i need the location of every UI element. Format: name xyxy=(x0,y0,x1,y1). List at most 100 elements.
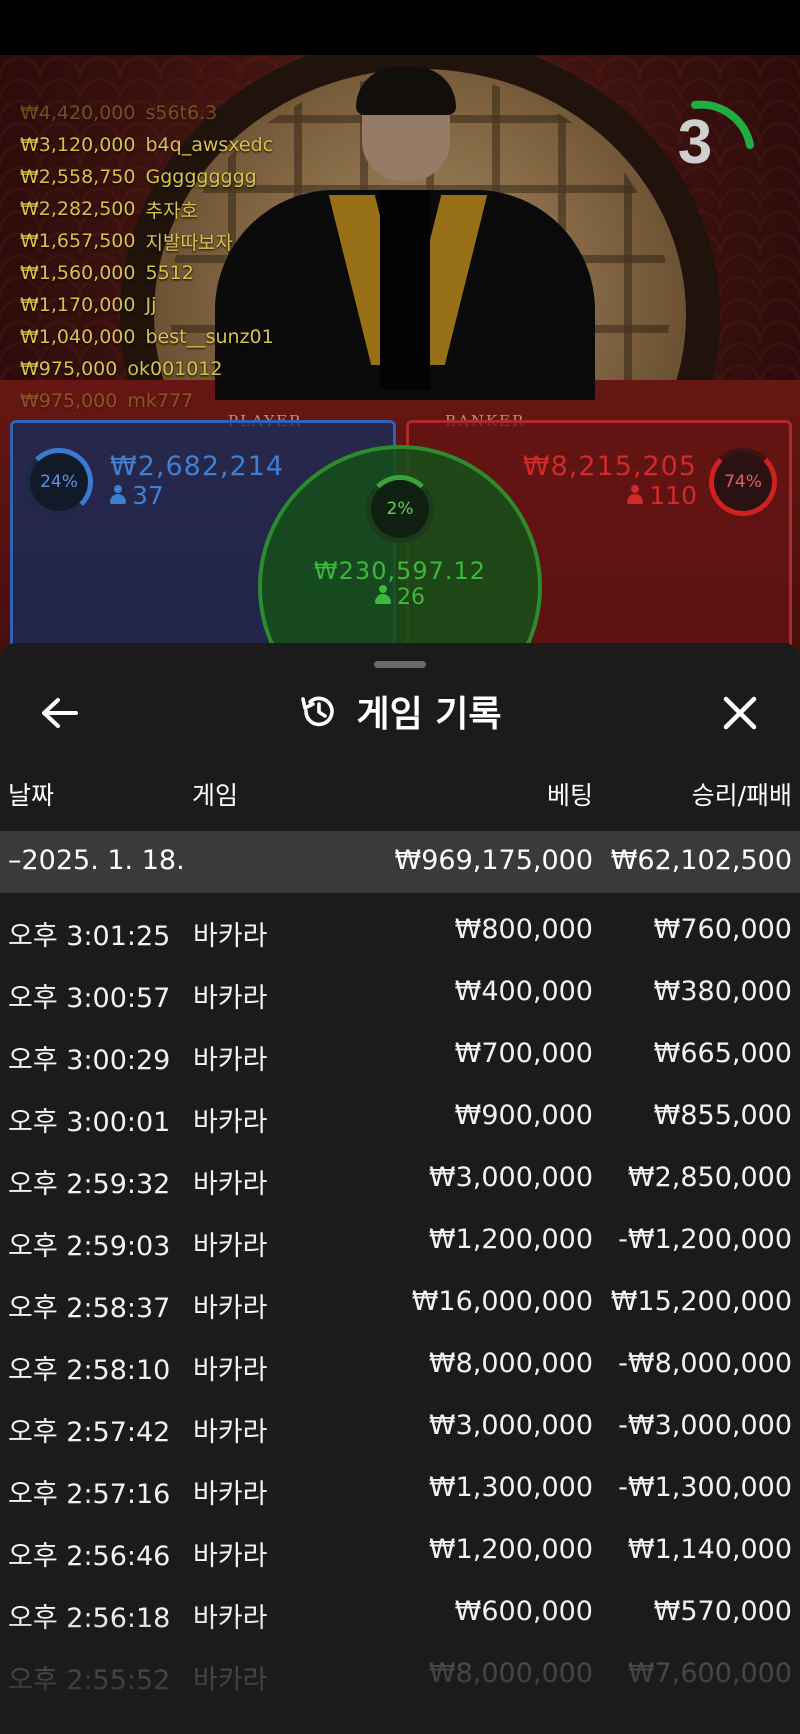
row-win-loss: ₩570,000 xyxy=(653,1596,792,1627)
row-time: 오후 2:56:46 xyxy=(8,1541,171,1572)
column-header-win-loss: 승리/패배 xyxy=(691,781,792,810)
dealer-shirt xyxy=(380,190,430,390)
row-win-loss: ₩1,140,000 xyxy=(627,1534,792,1565)
round-timer: 3 xyxy=(640,85,760,205)
row-time: 오후 2:59:03 xyxy=(8,1231,171,1262)
row-time: 오후 3:00:29 xyxy=(8,1045,171,1076)
leaderboard-entry: ₩1,560,000 5512 xyxy=(20,257,274,289)
column-header-date: 날짜 xyxy=(8,781,55,810)
banker-total-bet: ₩8,215,205 xyxy=(522,451,697,482)
player-total-bet: ₩2,682,214 xyxy=(110,451,285,482)
player-bettor-count: 37 xyxy=(132,481,164,510)
row-win-loss: ₩855,000 xyxy=(653,1100,792,1131)
history-row[interactable]: 오후 2:58:10 바카라 ₩8,000,000 -₩8,000,000 xyxy=(0,1333,800,1395)
history-row[interactable]: 오후 3:00:01 바카라 ₩900,000 ₩855,000 xyxy=(0,1085,800,1147)
history-row[interactable]: 오후 2:55:52 바카라 ₩8,000,000 ₩7,600,000 xyxy=(0,1643,800,1705)
timer-countdown: 3 xyxy=(677,108,713,177)
row-time: 오후 2:56:18 xyxy=(8,1603,171,1634)
row-bet: ₩1,200,000 xyxy=(428,1534,593,1565)
date-summary-row[interactable]: –2025. 1. 18. ₩969,175,000 ₩62,102,500 xyxy=(0,831,800,893)
history-row[interactable]: 오후 3:00:29 바카라 ₩700,000 ₩665,000 xyxy=(0,1023,800,1085)
leaderboard-amount: ₩1,170,000 xyxy=(20,294,136,316)
history-icon xyxy=(301,696,335,727)
row-time: 오후 2:59:32 xyxy=(8,1169,171,1200)
leaderboard-entry: ₩975,000 ok001012 xyxy=(20,353,274,385)
leaderboard-entry: ₩975,000 mk777 xyxy=(20,385,274,417)
row-win-loss: -₩3,000,000 xyxy=(618,1410,792,1441)
summary-date: –2025. 1. 18. xyxy=(8,845,185,876)
row-game: 바카라 xyxy=(193,1231,268,1262)
leaderboard-amount: ₩2,558,750 xyxy=(20,166,136,188)
row-win-loss: ₩7,600,000 xyxy=(627,1658,792,1689)
row-game: 바카라 xyxy=(193,1169,268,1200)
player-percent-ring: 24% xyxy=(25,448,93,516)
sheet-title: 게임 기록 xyxy=(356,694,502,735)
leaderboard-entry: ₩4,420,000 s56t6.3 xyxy=(20,97,274,129)
history-row[interactable]: 오후 3:01:25 바카라 ₩800,000 ₩760,000 xyxy=(0,899,800,961)
tie-percent: 2% xyxy=(386,499,414,519)
leaderboard-amount: ₩975,000 xyxy=(20,358,118,380)
leaderboard-username: mk777 xyxy=(127,390,194,412)
close-button[interactable] xyxy=(718,691,762,735)
row-time: 오후 3:00:57 xyxy=(8,983,171,1014)
row-bet: ₩1,200,000 xyxy=(428,1224,593,1255)
history-row[interactable]: 오후 3:00:57 바카라 ₩400,000 ₩380,000 xyxy=(0,961,800,1023)
row-bet: ₩800,000 xyxy=(454,914,593,945)
row-win-loss: ₩665,000 xyxy=(653,1038,792,1069)
summary-bet-total: ₩969,175,000 xyxy=(394,845,593,876)
leaderboard-entry: ₩2,282,500 추자호 xyxy=(20,193,274,225)
sheet-title-group: 게임 기록 xyxy=(0,685,800,737)
history-row[interactable]: 오후 2:59:32 바카라 ₩3,000,000 ₩2,850,000 xyxy=(0,1147,800,1209)
leaderboard-amount: ₩1,040,000 xyxy=(20,326,136,348)
tie-bettors: 26 xyxy=(262,585,538,610)
leaderboard-amount: ₩1,560,000 xyxy=(20,262,136,284)
history-table-header: 날짜 게임 베팅 승리/패배 xyxy=(0,776,800,816)
row-bet: ₩8,000,000 xyxy=(428,1658,593,1689)
dealer-lapel-left xyxy=(328,195,418,365)
player-percent: 24% xyxy=(40,472,78,492)
banker-bettors: 110 xyxy=(627,481,697,510)
row-time: 오후 3:00:01 xyxy=(8,1107,171,1138)
sheet-drag-handle[interactable] xyxy=(374,661,426,668)
tie-bettor-count: 26 xyxy=(397,585,425,610)
row-game: 바카라 xyxy=(193,1479,268,1510)
leaderboard-username: b4q_awsxedc xyxy=(145,134,274,156)
history-row[interactable]: 오후 2:57:42 바카라 ₩3,000,000 -₩3,000,000 xyxy=(0,1395,800,1457)
history-row[interactable]: 오후 2:59:03 바카라 ₩1,200,000 -₩1,200,000 xyxy=(0,1209,800,1271)
row-win-loss: ₩380,000 xyxy=(653,976,792,1007)
tie-percent-ring: 2% xyxy=(366,475,434,543)
leaderboard-username: ok001012 xyxy=(127,358,223,380)
leaderboard-amount: ₩1,657,500 xyxy=(20,230,136,252)
row-bet: ₩600,000 xyxy=(454,1596,593,1627)
history-row[interactable]: 오후 2:56:46 바카라 ₩1,200,000 ₩1,140,000 xyxy=(0,1519,800,1581)
row-game: 바카라 xyxy=(193,1355,268,1386)
row-bet: ₩16,000,000 xyxy=(411,1286,593,1317)
row-game: 바카라 xyxy=(193,1417,268,1448)
leaderboard-username: 지발따보자 xyxy=(145,231,233,254)
row-win-loss: ₩2,850,000 xyxy=(627,1162,792,1193)
row-game: 바카라 xyxy=(193,1541,268,1572)
banker-percent-ring: 74% xyxy=(709,448,777,516)
dealer-hair xyxy=(356,67,456,115)
player-bettors: 37 xyxy=(110,481,164,510)
history-row[interactable]: 오후 2:58:37 바카라 ₩16,000,000 ₩15,200,000 xyxy=(0,1271,800,1333)
leaderboard-username: s56t6.3 xyxy=(145,102,218,124)
leaderboard-amount: ₩975,000 xyxy=(20,390,118,412)
leaderboard-entry: ₩1,170,000 Jj xyxy=(20,289,274,321)
leaderboard-username: Ggggggggg xyxy=(145,166,257,188)
summary-win-loss-total: ₩62,102,500 xyxy=(610,845,792,876)
column-header-game: 게임 xyxy=(192,781,239,810)
row-game: 바카라 xyxy=(193,1665,268,1696)
row-time: 오후 2:58:10 xyxy=(8,1355,171,1386)
history-row[interactable]: 오후 2:57:16 바카라 ₩1,300,000 -₩1,300,000 xyxy=(0,1457,800,1519)
row-bet: ₩1,300,000 xyxy=(428,1472,593,1503)
person-icon xyxy=(627,485,644,505)
history-row[interactable]: 오후 2:56:18 바카라 ₩600,000 ₩570,000 xyxy=(0,1581,800,1643)
close-icon xyxy=(723,696,757,730)
row-win-loss: -₩8,000,000 xyxy=(618,1348,792,1379)
history-rows: 오후 3:01:25 바카라 ₩800,000 ₩760,000 오후 3:00:57 바… xyxy=(0,899,800,1705)
person-icon xyxy=(110,485,126,505)
row-game: 바카라 xyxy=(193,1603,268,1634)
row-time: 오후 2:55:52 xyxy=(8,1665,171,1696)
person-icon xyxy=(375,585,391,605)
